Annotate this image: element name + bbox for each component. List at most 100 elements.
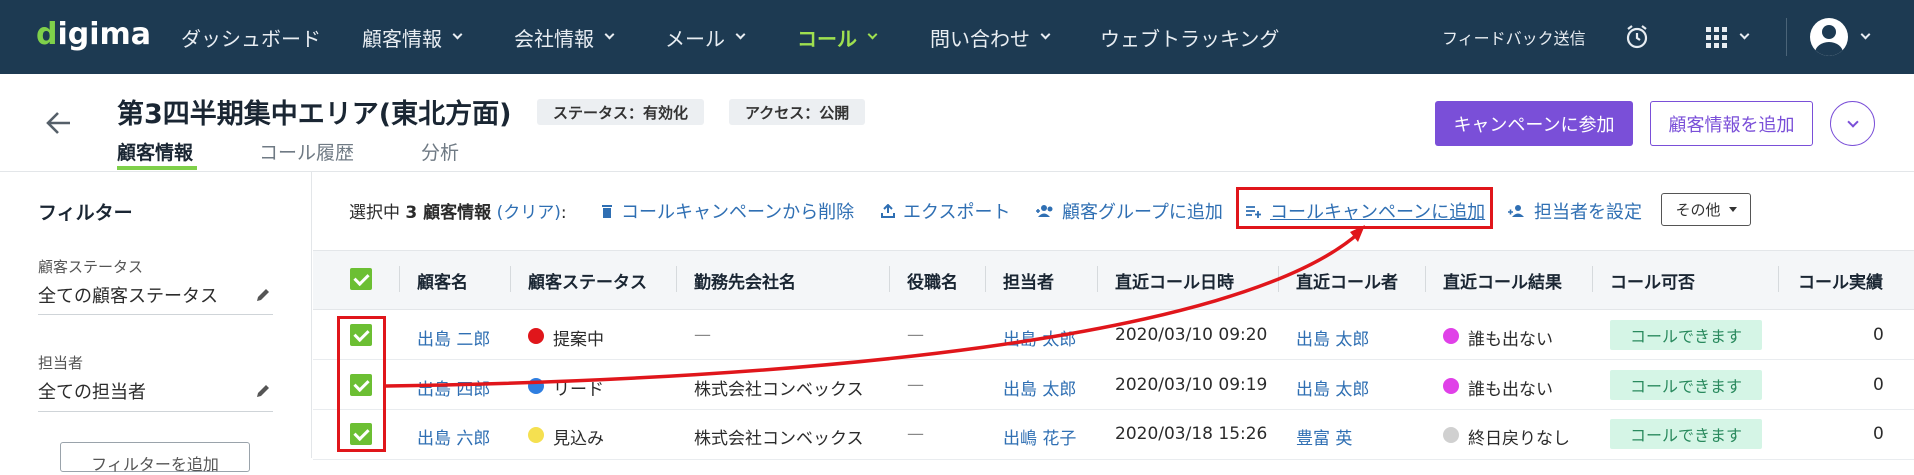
add-to-group-label: 顧客グループに追加 [1062,202,1223,223]
customer-name-link[interactable]: 出島 四郎 [417,375,490,400]
export-icon [881,204,895,218]
caret-down-icon [1728,207,1737,212]
col-header-owner[interactable]: 担当者 [1003,268,1054,293]
column-divider [510,266,511,292]
company-name: 株式会社コンベックス [694,429,864,449]
call-result: 誰も出ない [1468,380,1553,400]
chevron-down-icon [1040,29,1051,39]
col-header-callable[interactable]: コール可否 [1610,268,1695,293]
column-divider [1778,266,1779,292]
col-header-caller[interactable]: 直近コール者 [1296,268,1398,293]
result-dot [1443,427,1459,443]
filter-status-value[interactable]: 全ての顧客ステータス [38,282,218,308]
caller-link[interactable]: 出島 太郎 [1296,325,1369,350]
company-name: 株式会社コンベックス [694,380,864,400]
last-call-datetime: 2020/03/10 09:20 [1115,325,1268,345]
col-header-name[interactable]: 顧客名 [417,268,468,293]
column-divider [1425,266,1426,292]
remove-from-campaign-action[interactable]: コールキャンペーンから削除 [601,198,854,224]
column-divider [985,266,986,292]
tab-customers[interactable]: 顧客情報 [117,138,193,165]
chevron-down-icon [735,29,746,39]
last-call-datetime: 2020/03/18 15:26 [1115,424,1268,444]
remove-from-campaign-label: コールキャンペーンから削除 [621,202,855,223]
chevron-down-icon [452,29,463,39]
access-tag: アクセス：公開 [729,99,866,125]
nav-call-label: コール [797,26,857,51]
nav-companies-label: 会社情報 [514,26,594,51]
owner-link[interactable]: 出島 太郎 [1003,375,1076,400]
col-header-last-call[interactable]: 直近コール日時 [1115,268,1234,293]
add-customer-button[interactable]: 顧客情報を追加 [1650,101,1813,146]
assign-owner-action[interactable]: 担当者を設定 [1508,198,1642,224]
selection-summary: 選択中 3 顧客情報 (クリア): [349,198,567,223]
company-name: — [694,325,711,345]
other-actions-label: その他 [1675,201,1721,219]
caller-link[interactable]: 豊富 英 [1296,424,1352,449]
apps-grid-icon [1706,26,1727,48]
group-add-icon [1036,205,1053,217]
chevron-down-icon [604,29,615,39]
customer-name-link[interactable]: 出島 六郎 [417,424,490,449]
pencil-icon[interactable] [255,287,271,303]
active-tab-indicator [117,166,197,170]
status-dot [528,378,544,394]
nav-companies[interactable]: 会社情報 [514,0,615,74]
col-header-title[interactable]: 役職名 [907,268,958,293]
job-title: — [907,424,924,444]
user-menu[interactable] [1810,0,1871,74]
owner-link[interactable]: 出島 太郎 [1003,325,1076,350]
more-options-button[interactable] [1830,101,1875,146]
clear-selection-link[interactable]: (クリア) [497,203,561,223]
chevron-down-icon [1739,29,1750,40]
nav-web-tracking-label: ウェブトラッキング [1100,26,1280,51]
join-campaign-button[interactable]: キャンペーンに参加 [1435,101,1633,146]
selection-count: 3 顧客情報 [405,203,492,223]
add-to-group-action[interactable]: 顧客グループに追加 [1036,198,1223,224]
filter-owner-label: 担当者 [38,354,84,372]
nav-inquiry[interactable]: 問い合わせ [930,0,1051,74]
job-title: — [907,375,924,395]
trash-icon [602,205,612,218]
export-label: エクスポート [903,202,1011,223]
nav-dashboard[interactable]: ダッシュボード [181,0,321,74]
col-header-status[interactable]: 顧客ステータス [528,268,647,293]
nav-dashboard-label: ダッシュボード [181,26,321,51]
col-header-call-count[interactable]: コール実績 [1798,268,1883,293]
last-call-datetime: 2020/03/10 09:19 [1115,375,1268,395]
digima-logo[interactable]: digima [36,17,151,52]
owner-link[interactable]: 出嶋 花子 [1003,424,1076,449]
caller-link[interactable]: 出島 太郎 [1296,375,1369,400]
annotation-checkbox-box [337,316,386,452]
alarm-clock-icon[interactable] [1624,0,1650,74]
feedback-link[interactable]: フィードバック送信 [1442,0,1586,74]
callable-badge: コールできます [1610,320,1762,350]
customer-name-link[interactable]: 出島 二郎 [417,325,490,350]
tab-analysis[interactable]: 分析 [421,138,459,165]
col-header-company[interactable]: 勤務先会社名 [694,268,796,293]
column-divider [676,266,677,292]
col-header-result[interactable]: 直近コール結果 [1443,268,1562,293]
customer-status: 見込み [553,429,604,449]
tab-call-history[interactable]: コール履歴 [259,138,354,165]
assign-owner-label: 担当者を設定 [1534,202,1642,223]
nav-customers[interactable]: 顧客情報 [362,0,463,74]
nav-mail[interactable]: メール [665,0,746,74]
select-all-checkbox[interactable] [350,268,372,290]
back-arrow-icon[interactable] [44,108,74,138]
add-filter-label: フィルターを追加 [91,455,219,474]
filter-status-label: 顧客ステータス [38,258,144,276]
filter-owner-value[interactable]: 全ての担当者 [38,378,146,404]
apps-menu[interactable] [1706,0,1750,74]
other-actions-dropdown[interactable]: その他 [1661,193,1751,226]
nav-call[interactable]: コール [797,0,878,74]
export-action[interactable]: エクスポート [881,198,1010,224]
call-count: 0 [1873,424,1884,444]
nav-web-tracking[interactable]: ウェブトラッキング [1100,0,1279,74]
status-dot [528,427,544,443]
nav-customers-label: 顧客情報 [362,26,442,51]
add-filter-button[interactable]: フィルターを追加 [60,442,250,474]
pencil-icon[interactable] [255,383,271,399]
selection-colon: : [560,203,567,223]
result-dot [1443,328,1459,344]
